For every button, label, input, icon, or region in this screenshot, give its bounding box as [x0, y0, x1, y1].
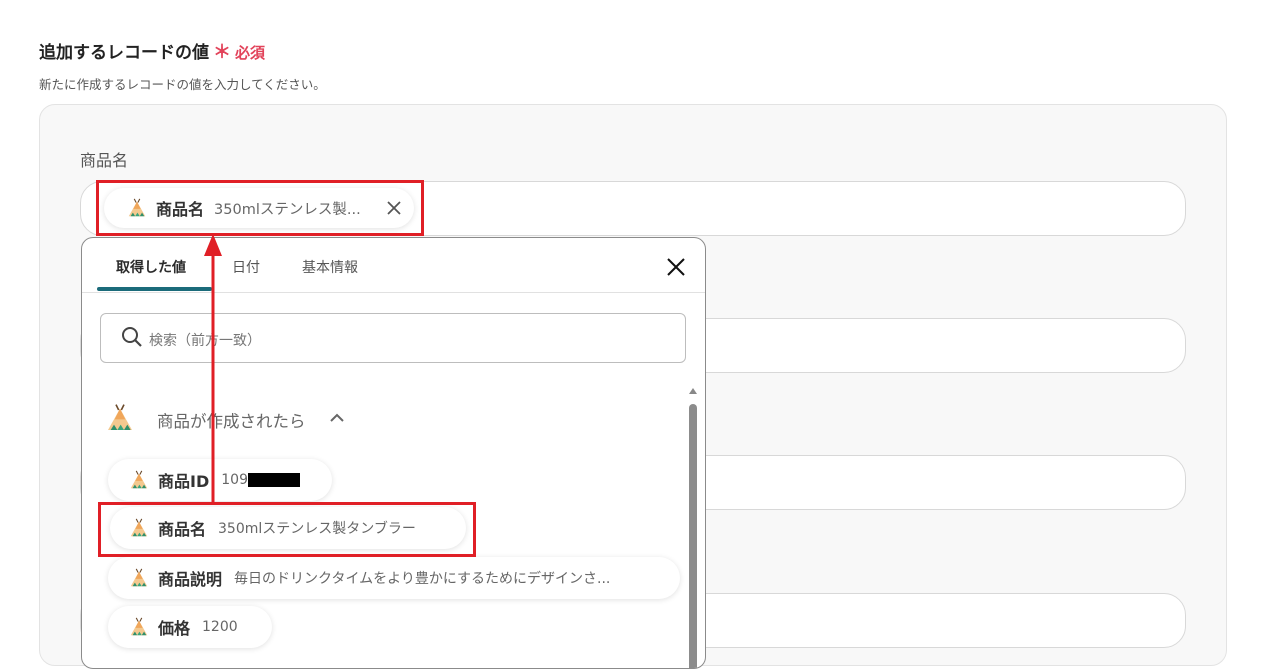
scroll-up-icon[interactable]	[689, 388, 697, 394]
scrollbar-thumb[interactable]	[689, 404, 697, 668]
list-item[interactable]: 価格 1200	[108, 606, 272, 648]
field-label-product-name: 商品名	[80, 151, 129, 170]
item-value: 1200	[202, 619, 238, 635]
highlight-box-item	[98, 502, 476, 557]
tab-fetched-values[interactable]: 取得した値	[116, 257, 186, 277]
active-tab-indicator	[97, 287, 212, 291]
list-item[interactable]: 商品説明 毎日のドリンクタイムをより豊かにするためにデザインさ...	[108, 557, 680, 599]
close-icon[interactable]	[667, 258, 685, 276]
section-title: 追加するレコードの値＊必須	[39, 38, 265, 64]
tipi-icon	[128, 616, 150, 638]
tab-divider	[82, 292, 705, 293]
tipi-icon	[128, 469, 150, 491]
item-name: 商品説明	[158, 570, 223, 589]
search-icon	[122, 327, 142, 347]
search-input[interactable]: 検索（前方一致）	[100, 313, 686, 363]
group-title[interactable]: 商品が作成されたら	[157, 408, 306, 432]
scrollbar[interactable]	[688, 388, 698, 668]
required-mark: ＊	[213, 42, 231, 63]
tab-basic-info[interactable]: 基本情報	[302, 257, 358, 277]
tab-date[interactable]: 日付	[232, 257, 260, 277]
item-value: 毎日のドリンクタイムをより豊かにするためにデザインさ...	[234, 571, 611, 587]
tipi-icon	[128, 567, 150, 589]
highlight-box-selected	[96, 180, 424, 236]
section-description: 新たに作成するレコードの値を入力してください。	[39, 77, 326, 92]
annotation-arrow	[204, 234, 222, 504]
item-name: 価格	[158, 619, 191, 638]
tipi-icon	[104, 402, 136, 434]
chevron-up-icon[interactable]	[330, 413, 344, 423]
required-label: 必須	[235, 44, 266, 62]
value-picker-popup: 取得した値 日付 基本情報 検索（前方一致） 商品が作成されたら	[81, 237, 706, 669]
section-title-text: 追加するレコードの値	[39, 43, 209, 63]
redaction-bar	[247, 473, 300, 487]
